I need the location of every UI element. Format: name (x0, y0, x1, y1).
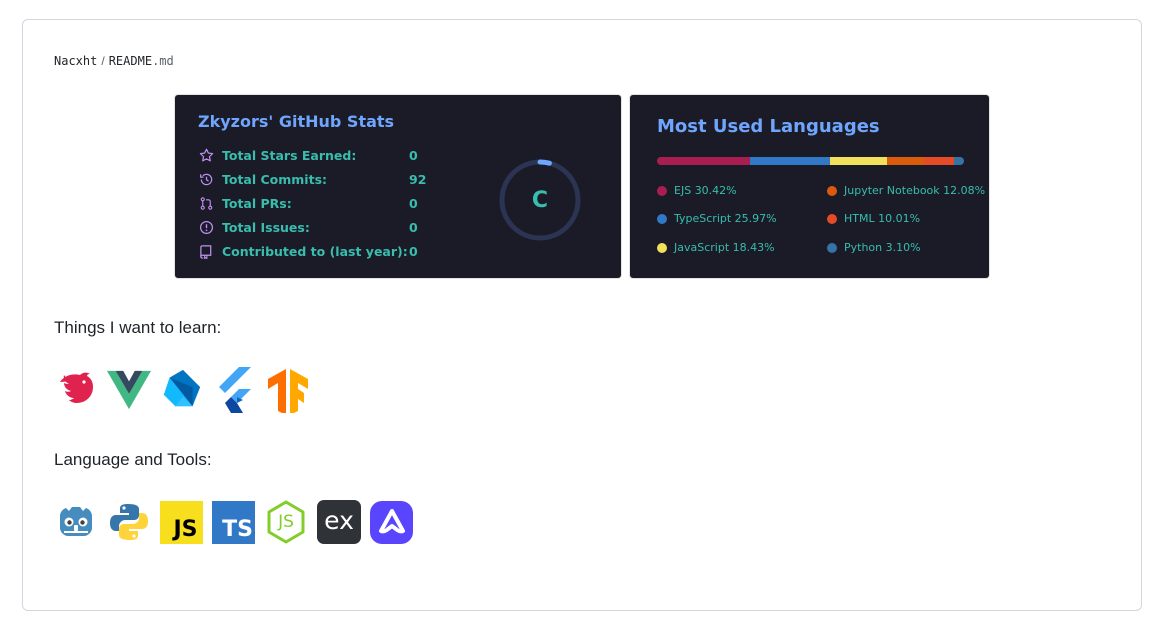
stat-row-contributed: Contributed to (last year): 0 (198, 242, 418, 260)
language-name: JavaScript (674, 241, 730, 254)
language-percent: 18.43% (732, 241, 775, 254)
nestjs-icon[interactable] (54, 368, 98, 412)
language-name: HTML (844, 212, 875, 225)
languages-progress-bar (657, 157, 964, 165)
language-dot (657, 213, 667, 224)
express-icon-label: ex (324, 505, 354, 535)
stats-card-title: Zkyzors' GitHub Stats (198, 112, 395, 131)
language-item-python: Python 3.10% (827, 241, 921, 254)
breadcrumb: Nacxht / README.md (54, 54, 174, 68)
language-percent: 25.97% (734, 212, 777, 225)
language-bar-segment (923, 157, 955, 165)
file-name: README (108, 54, 153, 68)
language-item-ejs: EJS 30.42% (657, 184, 737, 197)
languages-card-title: Most Used Languages (657, 116, 880, 137)
language-dot (657, 242, 667, 253)
language-item-javascript: JavaScript 18.43% (657, 241, 775, 254)
language-name: Jupyter Notebook (844, 184, 940, 197)
stat-row-issues: Total Issues: 0 (198, 218, 418, 236)
typescript-icon-label: TS (222, 516, 253, 542)
language-dot (827, 242, 837, 253)
file-extension: .md (152, 54, 174, 68)
stat-row-prs: Total PRs: 0 (198, 194, 418, 212)
typescript-icon[interactable]: TS (212, 500, 255, 544)
language-item-html: HTML 10.01% (827, 212, 920, 225)
stat-value: 92 (409, 171, 427, 187)
flutter-icon[interactable] (213, 367, 257, 413)
learn-heading: Things I want to learn: (54, 318, 222, 337)
stat-value: 0 (409, 147, 418, 163)
github-stats-card[interactable]: Zkyzors' GitHub Stats Total Stars Earned… (174, 94, 622, 279)
adonisjs-icon[interactable] (370, 500, 413, 544)
rank-letter: C (531, 187, 549, 213)
stat-value: 0 (409, 219, 418, 235)
godot-icon[interactable] (54, 500, 98, 544)
nodejs-icon[interactable]: JS (264, 500, 308, 544)
language-dot (827, 185, 837, 196)
express-icon[interactable]: ex (317, 500, 361, 544)
language-item-typescript: TypeScript 25.97% (657, 212, 777, 225)
star-icon (198, 147, 214, 163)
dart-icon[interactable] (160, 368, 204, 412)
python-icon[interactable] (107, 500, 151, 544)
language-bar-segment (886, 157, 924, 165)
language-name: EJS (674, 184, 692, 197)
tools-heading: Language and Tools: (54, 450, 212, 469)
javascript-icon[interactable]: JS (160, 500, 203, 544)
most-used-languages-card[interactable]: Most Used Languages EJS 30.42% TypeScrip… (629, 94, 990, 279)
stat-label: Total Issues: (222, 219, 310, 235)
readme-container: Nacxht / README.md Zkyzors' GitHub Stats… (22, 19, 1142, 611)
tensorflow-icon[interactable] (266, 368, 310, 413)
language-bar-segment (750, 157, 831, 165)
language-item-jupyter: Jupyter Notebook 12.08% (827, 184, 985, 197)
learn-icon-row (54, 367, 319, 413)
pull-request-icon (198, 195, 214, 211)
language-dot (827, 213, 837, 224)
repo-icon (198, 243, 214, 259)
language-name: TypeScript (674, 212, 732, 225)
stat-label: Total Commits: (222, 171, 328, 187)
breadcrumb-file: README.md (109, 54, 174, 68)
stat-row-commits: Total Commits: 92 (198, 170, 426, 188)
tools-icon-row: JS TS JS ex (54, 500, 422, 544)
nodejs-icon-label: JS (278, 512, 294, 532)
stat-label: Total Stars Earned: (222, 147, 357, 163)
language-percent: 30.42% (694, 184, 737, 197)
language-bar-segment (830, 157, 887, 165)
language-dot (657, 185, 667, 196)
stat-row-stars: Total Stars Earned: 0 (198, 146, 418, 164)
language-name: Python (844, 241, 883, 254)
vue-icon[interactable] (107, 368, 151, 412)
stat-value: 0 (409, 243, 418, 259)
language-bar-segment (954, 157, 964, 165)
issue-icon (198, 219, 214, 235)
language-percent: 3.10% (885, 241, 921, 254)
javascript-icon-label: JS (173, 516, 198, 542)
stat-label: Contributed to (last year): (222, 243, 408, 259)
breadcrumb-user-link[interactable]: Nacxht (54, 54, 97, 68)
language-percent: 10.01% (878, 212, 921, 225)
stat-label: Total PRs: (222, 195, 292, 211)
stat-value: 0 (409, 195, 418, 211)
history-icon (198, 171, 214, 187)
breadcrumb-separator: / (101, 54, 105, 68)
language-percent: 12.08% (943, 184, 986, 197)
language-bar-segment (657, 157, 751, 165)
